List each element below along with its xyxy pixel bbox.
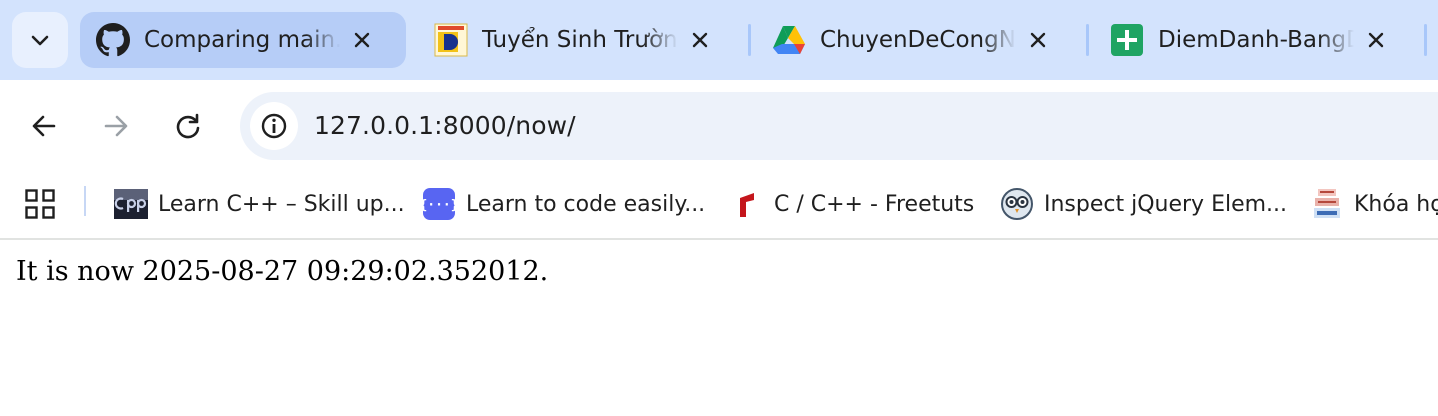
forward-arrow-icon <box>104 115 128 137</box>
tab-tuyen-sinh[interactable]: Tuyển Sinh Trường <box>418 12 744 68</box>
bookmarks-separator <box>84 186 86 216</box>
reload-button[interactable] <box>164 102 212 150</box>
bookmarks-bar: Learn C++ – Skill up... {···} Learn to c… <box>0 172 1438 240</box>
site-info-button[interactable] <box>250 102 298 150</box>
day-nhau-hoc-icon <box>1310 187 1344 221</box>
bookmark-learn-to-code[interactable]: {···} Learn to code easily... <box>422 182 705 226</box>
svg-text:{···}: {···} <box>423 198 455 213</box>
bookmark-learn-cpp[interactable]: Learn C++ – Skill up... <box>114 182 405 226</box>
owl-icon <box>1000 187 1034 221</box>
browser-toolbar: 127.0.0.1:8000/now/ <box>0 80 1438 172</box>
bookmark-label: Learn to code easily... <box>466 191 706 217</box>
close-icon[interactable] <box>348 26 376 54</box>
tab-separator <box>1424 24 1427 56</box>
tab-title: Comparing main...v <box>144 27 340 53</box>
github-icon <box>96 23 130 57</box>
bookmark-label: Learn C++ – Skill up... <box>158 191 405 217</box>
bookmark-label: Khóa họ <box>1354 191 1438 217</box>
close-icon[interactable] <box>686 26 714 54</box>
bookmark-freetuts[interactable]: C / C++ - Freetuts <box>730 182 974 226</box>
school-logo-icon <box>434 23 468 57</box>
address-bar[interactable]: 127.0.0.1:8000/now/ <box>240 92 1438 160</box>
tab-strip: Comparing main...v Tuyển Sinh Trường <box>0 0 1438 80</box>
tab-chuyen-de[interactable]: ChuyenDeCongNghe <box>756 12 1082 68</box>
google-sheets-icon <box>1110 23 1144 57</box>
bookmark-khoa-hoc[interactable]: Khóa họ <box>1310 182 1438 226</box>
bookmark-label: C / C++ - Freetuts <box>774 191 975 217</box>
apps-button[interactable] <box>18 182 62 226</box>
close-icon[interactable] <box>1362 26 1390 54</box>
chevron-down-icon <box>31 35 49 46</box>
url-text[interactable]: 127.0.0.1:8000/now/ <box>314 92 576 160</box>
freetuts-icon <box>730 187 764 221</box>
bookmark-inspect-jquery[interactable]: Inspect jQuery Elem... <box>1000 182 1287 226</box>
cpp-icon <box>114 187 148 221</box>
back-button[interactable] <box>20 102 68 150</box>
close-icon[interactable] <box>1024 26 1052 54</box>
tab-title: DiemDanh-BangDiem <box>1158 27 1354 53</box>
forward-button[interactable] <box>92 102 140 150</box>
code-icon: {···} <box>422 187 456 221</box>
tab-title: ChuyenDeCongNghe <box>820 27 1016 53</box>
tab-title: Tuyển Sinh Trường <box>482 27 678 53</box>
current-time-text: It is now 2025-08-27 09:29:02.352012. <box>16 256 549 287</box>
back-arrow-icon <box>32 115 56 137</box>
reload-icon <box>176 113 200 139</box>
tab-diem-danh[interactable]: DiemDanh-BangDiem <box>1094 12 1420 68</box>
page-content: It is now 2025-08-27 09:29:02.352012. <box>0 242 1438 416</box>
apps-grid-icon <box>25 189 55 219</box>
bookmark-label: Inspect jQuery Elem... <box>1044 191 1288 217</box>
google-drive-icon <box>772 23 806 57</box>
tab-separator <box>748 24 751 56</box>
tab-separator <box>1086 24 1089 56</box>
tab-search-button[interactable] <box>12 12 68 68</box>
tab-comparing[interactable]: Comparing main...v <box>80 12 406 68</box>
info-icon <box>261 113 287 139</box>
